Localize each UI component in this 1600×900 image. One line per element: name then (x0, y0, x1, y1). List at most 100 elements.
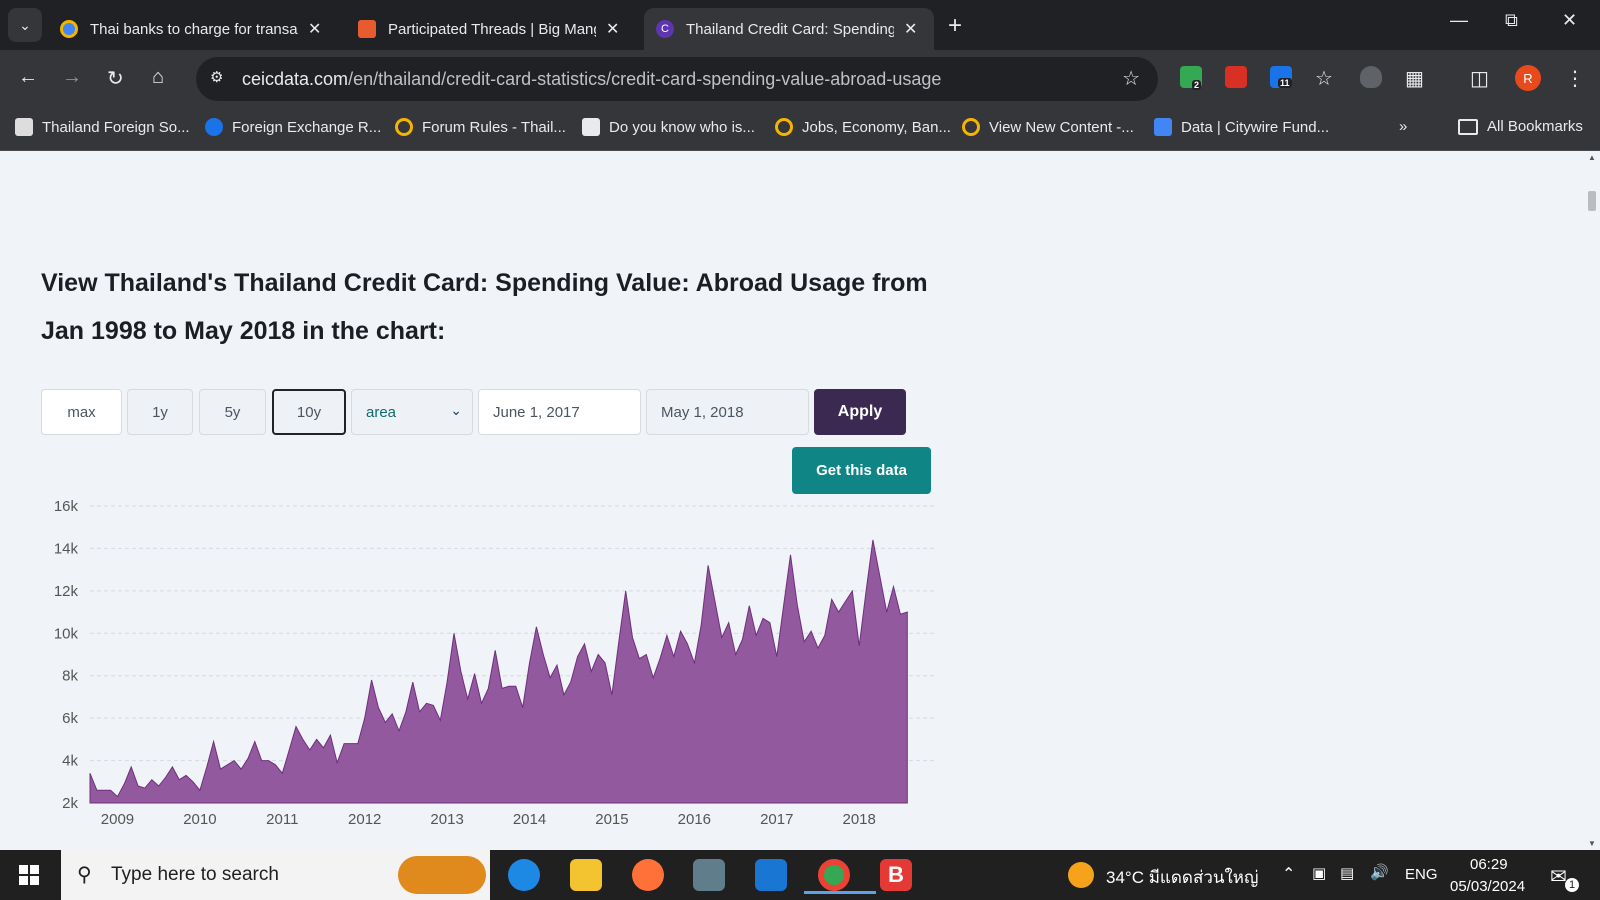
tab-thai-banks[interactable]: Thai banks to charge for transac ✕ (48, 8, 340, 50)
edge-icon[interactable] (508, 859, 540, 891)
y-tick-label: 4k (62, 753, 78, 770)
tab-search-button[interactable]: ⌄ (8, 8, 42, 42)
bookmark-item[interactable]: Thailand Foreign So... (15, 118, 190, 136)
bookmark-item[interactable]: Data | Citywire Fund... (1154, 118, 1329, 136)
tab-participated-threads[interactable]: Participated Threads | Big Mang ✕ (346, 8, 638, 50)
scroll-thumb[interactable] (1588, 191, 1596, 211)
x-tick-label: 2009 (101, 811, 134, 828)
new-tab-button[interactable]: + (948, 12, 962, 40)
address-bar[interactable]: ⚙ ceicdata.com/en/thailand/credit-card-s… (196, 57, 1158, 101)
bookmarks-bar: Thailand Foreign So... Foreign Exchange … (0, 108, 1600, 151)
x-tick-label: 2013 (430, 811, 463, 828)
star-extension-icon[interactable]: ☆ (1315, 66, 1333, 91)
restore-icon[interactable]: ⧉ (1505, 10, 1518, 31)
apply-button[interactable]: Apply (814, 389, 906, 435)
end-date-input[interactable]: May 1, 2018 (646, 389, 809, 435)
scroll-down-icon[interactable]: ▼ (1588, 839, 1596, 848)
forward-icon[interactable]: → (62, 66, 82, 89)
shield-extension-icon[interactable]: 2 (1180, 66, 1202, 90)
exchange-icon (205, 118, 223, 136)
forum-favicon-icon (358, 20, 376, 38)
ceic-favicon-icon: C (656, 20, 674, 38)
chrome-icon (775, 118, 793, 136)
chevron-up-icon[interactable]: ⌃ (1282, 864, 1295, 884)
bookmark-item[interactable]: Do you know who is... (582, 118, 755, 136)
x-tick-label: 2012 (348, 811, 381, 828)
pdf-extension-icon[interactable] (1225, 66, 1247, 88)
close-tab-icon[interactable]: ✕ (606, 19, 619, 39)
language-indicator[interactable]: ENG (1405, 866, 1438, 883)
calculator-icon[interactable] (693, 859, 725, 891)
side-panel-icon[interactable]: ◫ (1470, 66, 1489, 91)
chrome-icon (395, 118, 413, 136)
folder-icon (1458, 118, 1478, 135)
range-5y-button[interactable]: 5y (199, 389, 266, 435)
brave-icon[interactable]: B (880, 859, 912, 891)
minimize-icon[interactable]: — (1450, 10, 1468, 31)
thai-flag-icon (15, 118, 33, 136)
extensions-icon[interactable]: ▦ (1405, 66, 1424, 91)
bookmark-item[interactable]: View New Content -... (962, 118, 1134, 136)
privacy-badger-icon[interactable] (1360, 66, 1382, 88)
x-tick-label: 2011 (266, 811, 298, 828)
tab-thailand-credit-card[interactable]: C Thailand Credit Card: Spending ✕ (644, 8, 934, 50)
bookmark-item[interactable]: Foreign Exchange R... (205, 118, 381, 136)
page-title: View Thailand's Thailand Credit Card: Sp… (41, 269, 928, 345)
bookmark-star-icon[interactable]: ☆ (1122, 66, 1140, 91)
calendar-icon[interactable] (755, 859, 787, 891)
url-domain: ceicdata.com (242, 69, 349, 89)
bookmark-item[interactable]: Jobs, Economy, Ban... (775, 118, 951, 136)
site-info-icon[interactable]: ⚙ (210, 68, 232, 90)
notification-count: 1 (1565, 878, 1579, 892)
clock-date[interactable]: 05/03/2024 (1450, 878, 1525, 895)
weather-text[interactable]: 34°C มีแดดส่วนใหญ่ (1106, 864, 1259, 891)
x-tick-label: 2010 (183, 811, 216, 828)
menu-icon[interactable]: ⋮ (1565, 66, 1585, 91)
chart-type-select[interactable]: area ⌄ (351, 389, 473, 435)
file-explorer-icon[interactable] (570, 859, 602, 891)
taskbar: ⚲ Type here to search B 34°C มีแดดส่วนให… (0, 850, 1600, 900)
puzzle-extension-icon[interactable]: 11 (1270, 66, 1292, 88)
scrollbar[interactable]: ▲ ▼ (1584, 151, 1600, 850)
home-icon[interactable]: ⌂ (152, 66, 164, 89)
meet-icon[interactable]: ▣ (1312, 864, 1326, 882)
clock-time[interactable]: 06:29 (1470, 856, 1508, 873)
y-tick-label: 10k (54, 625, 79, 642)
get-data-button[interactable]: Get this data (792, 447, 931, 494)
chrome-icon (962, 118, 980, 136)
taskbar-search-box[interactable]: ⚲ Type here to search (61, 850, 490, 900)
y-tick-label: 2k (62, 795, 78, 812)
close-tab-icon[interactable]: ✕ (904, 19, 917, 39)
start-date-input[interactable]: June 1, 2017 (478, 389, 641, 435)
area-series[interactable] (89, 539, 908, 804)
profile-avatar[interactable]: R (1515, 65, 1541, 91)
chrome-favicon-icon (60, 20, 78, 38)
network-icon[interactable]: ▤ (1340, 864, 1354, 882)
chevron-down-icon: ⌄ (450, 402, 462, 418)
close-window-icon[interactable]: ✕ (1562, 10, 1577, 31)
all-bookmarks-button[interactable]: All Bookmarks (1458, 118, 1583, 135)
x-tick-label: 2016 (678, 811, 711, 828)
volume-icon[interactable]: 🔊 (1370, 863, 1389, 881)
back-icon[interactable]: ← (18, 66, 38, 89)
y-tick-label: 12k (54, 583, 79, 600)
bookmark-item[interactable]: Forum Rules - Thail... (395, 118, 566, 136)
firefox-icon[interactable] (632, 859, 664, 891)
range-10y-button[interactable]: 10y (272, 389, 346, 435)
y-tick-label: 8k (62, 668, 78, 685)
range-max-button[interactable]: max (41, 389, 122, 435)
weather-icon[interactable] (1068, 862, 1094, 888)
close-tab-icon[interactable]: ✕ (308, 19, 321, 39)
reload-icon[interactable]: ↻ (107, 66, 124, 91)
scroll-up-icon[interactable]: ▲ (1588, 153, 1596, 162)
more-bookmarks-icon[interactable]: » (1399, 118, 1407, 135)
browser-toolbar: ← → ↻ ⌂ ⚙ ceicdata.com/en/thailand/credi… (0, 50, 1600, 108)
tab-strip: ⌄ Thai banks to charge for transac ✕ Par… (0, 0, 1600, 50)
windows-start-icon[interactable] (19, 865, 39, 885)
range-1y-button[interactable]: 1y (127, 389, 193, 435)
search-icon: ⚲ (77, 864, 92, 886)
chrome-taskbar-icon[interactable] (804, 859, 876, 894)
url-path: /en/thailand/credit-card-statistics/cred… (348, 69, 942, 89)
y-tick-label: 16k (54, 498, 79, 515)
x-tick-label: 2014 (513, 811, 546, 828)
